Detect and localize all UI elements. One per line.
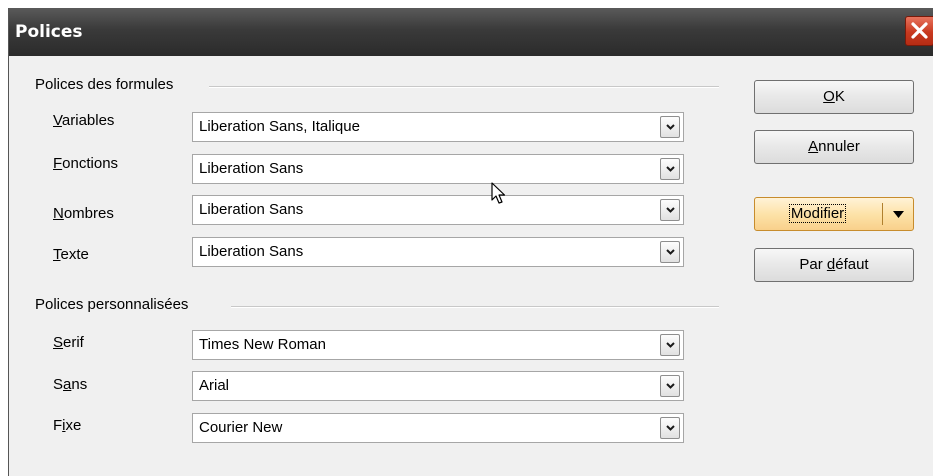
chevron-down-icon — [666, 166, 675, 172]
ok-button-rest: K — [834, 88, 845, 105]
label-text-key: T — [53, 246, 61, 263]
numbers-dropdown-button[interactable] — [660, 199, 680, 221]
label-sans-rest: ns — [71, 376, 88, 393]
cancel-button-key: A — [808, 138, 819, 155]
numbers-font-select[interactable]: Liberation Sans — [192, 195, 684, 225]
label-variables: Variables — [53, 112, 114, 129]
sans-font-value: Arial — [199, 377, 230, 394]
chevron-down-icon — [666, 124, 675, 130]
chevron-down-icon — [666, 425, 675, 431]
dropdown-arrow-icon[interactable] — [893, 211, 904, 218]
variables-font-value: Liberation Sans, Italique — [199, 118, 360, 135]
close-icon — [911, 22, 928, 39]
label-sans-pre: S — [53, 376, 64, 393]
modify-button-main[interactable]: Modifier — [755, 198, 880, 230]
label-numbers-key: N — [53, 205, 64, 222]
fixed-font-select[interactable]: Courier New — [192, 413, 684, 443]
default-button[interactable]: Par défaut — [754, 248, 914, 282]
label-sans: Sans — [53, 376, 87, 393]
numbers-font-value: Liberation Sans — [199, 201, 304, 218]
serif-dropdown-button[interactable] — [660, 334, 680, 356]
group-separator — [209, 86, 719, 88]
label-fixed-pre: F — [53, 417, 63, 434]
label-serif-rest: erif — [63, 334, 84, 351]
split-separator — [882, 203, 883, 225]
chevron-down-icon — [666, 383, 675, 389]
sans-font-select[interactable]: Arial — [192, 371, 684, 401]
dialog-title: Polices — [15, 22, 83, 42]
label-functions: Fonctions — [53, 155, 118, 172]
modify-button[interactable]: Modifier — [754, 197, 914, 231]
close-button[interactable] — [905, 16, 933, 46]
functions-dropdown-button[interactable] — [660, 158, 680, 180]
group-label-custom-fonts: Polices personnalisées — [35, 296, 195, 313]
fonts-dialog: Polices Polices des formules Variables L… — [8, 8, 933, 476]
dialog-content: Polices des formules Variables Liberatio… — [9, 56, 933, 476]
label-functions-key: F — [53, 155, 63, 172]
label-serif-key: S — [53, 334, 64, 351]
label-numbers-rest: ombres — [63, 205, 114, 222]
label-serif: Serif — [53, 334, 84, 351]
text-font-value: Liberation Sans — [199, 243, 304, 260]
functions-font-select[interactable]: Liberation Sans — [192, 154, 684, 184]
label-fixed-rest: xe — [65, 417, 82, 434]
mouse-pointer-icon — [491, 182, 506, 204]
cancel-button-rest: nnuler — [818, 138, 860, 155]
chevron-down-icon — [666, 249, 675, 255]
variables-dropdown-button[interactable] — [660, 116, 680, 138]
modify-button-label: Modifier — [788, 204, 847, 223]
functions-font-value: Liberation Sans — [199, 160, 304, 177]
text-font-select[interactable]: Liberation Sans — [192, 237, 684, 267]
label-variables-key: V — [53, 112, 62, 129]
label-functions-rest: onctions — [62, 155, 119, 172]
label-text: Texte — [53, 246, 89, 263]
chevron-down-icon — [666, 342, 675, 348]
title-bar[interactable]: Polices — [9, 8, 933, 56]
variables-font-select[interactable]: Liberation Sans, Italique — [192, 112, 684, 142]
cancel-button[interactable]: Annuler — [754, 130, 914, 164]
ok-button-key: O — [823, 88, 835, 105]
default-button-key: d — [826, 256, 836, 273]
serif-font-select[interactable]: Times New Roman — [192, 330, 684, 360]
default-button-rest: éfaut — [835, 256, 869, 273]
group-label-formula-fonts: Polices des formules — [35, 76, 180, 93]
sans-dropdown-button[interactable] — [660, 375, 680, 397]
label-fixed: Fixe — [53, 417, 81, 434]
ok-button[interactable]: OK — [754, 80, 914, 114]
label-text-rest: exte — [60, 246, 89, 263]
fixed-font-value: Courier New — [199, 419, 283, 436]
chevron-down-icon — [666, 207, 675, 213]
fixed-dropdown-button[interactable] — [660, 417, 680, 439]
label-variables-rest: ariables — [61, 112, 115, 129]
default-button-pre: Par — [799, 256, 827, 273]
group-separator — [231, 306, 719, 308]
text-dropdown-button[interactable] — [660, 241, 680, 263]
label-numbers: Nombres — [53, 205, 114, 222]
serif-font-value: Times New Roman — [199, 336, 326, 353]
